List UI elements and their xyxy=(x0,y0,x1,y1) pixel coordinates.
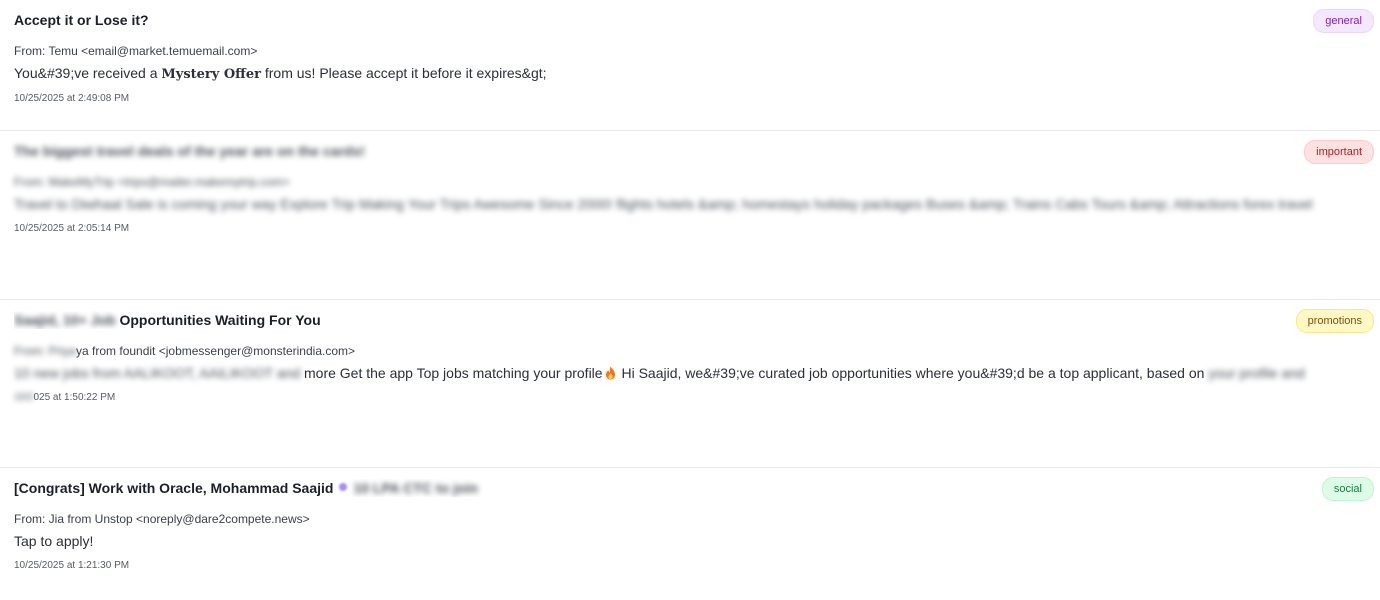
timestamp-blurred: 10/2 xyxy=(14,392,34,403)
preview-blurred: Travel to Diwhaal Sale is coming your wa… xyxy=(14,196,277,212)
email-from: From: Temu <email@market.temuemail.com> xyxy=(14,44,258,58)
preview-text: You&#39;ve received a xyxy=(14,65,162,81)
email-subject: Accept it or Lose it? xyxy=(14,12,149,28)
preview-visible: more Get the app Top jobs matching your … xyxy=(304,365,603,381)
preview-blurred: your profile and xyxy=(1208,365,1305,381)
email-timestamp: 10/2025 at 1:50:22 PM xyxy=(14,391,1366,405)
email-from: From: Jia from Unstop <noreply@dare2comp… xyxy=(14,512,310,526)
subject-blurred: Saajid, 10+ Job xyxy=(14,312,116,328)
preview-blurred: 10 new jobs from AALIKOOT, AAILIKOOT and xyxy=(14,365,301,381)
email-timestamp: 10/25/2025 at 1:21:30 PM xyxy=(14,560,130,571)
category-tag-general[interactable]: general xyxy=(1313,9,1374,33)
preview-highlight: Mystery Offer xyxy=(161,67,261,82)
email-list: Accept it or Lose it? From: Temu <email@… xyxy=(0,0,1380,600)
timestamp-visible: 025 at 1:50:22 PM xyxy=(33,392,116,403)
from-blurred: From: Priya xyxy=(14,344,77,358)
email-item[interactable]: [Congrats] Work with Oracle, Mohammad Sa… xyxy=(0,468,1380,600)
email-subject: Saajid, 10+ Job Opportunities Waiting Fo… xyxy=(14,311,1254,329)
email-timestamp: 10/25/2025 at 2:05:14 PM xyxy=(14,223,130,234)
preview-visible: Hi Saajid, we&#39;ve curated job opportu… xyxy=(617,365,1205,381)
email-item[interactable]: Saajid, 10+ Job Opportunities Waiting Fo… xyxy=(0,300,1380,468)
category-tag-promotions[interactable]: promotions xyxy=(1295,309,1374,333)
email-subject-blurred: The biggest travel deals of the year are… xyxy=(14,143,365,159)
sparkle-icon xyxy=(339,483,348,491)
category-tag-important[interactable]: important xyxy=(1304,140,1374,164)
email-preview: 10 new jobs from AALIKOOT, AAILIKOOT and… xyxy=(14,362,1366,385)
email-from: From: MakeMyTrip <trips@mailer.makemytri… xyxy=(14,174,1366,190)
email-preview: Tap to apply! xyxy=(14,533,94,549)
preview-text: from us! Please accept it before it expi… xyxy=(260,65,547,81)
email-item[interactable]: Accept it or Lose it? From: Temu <email@… xyxy=(0,0,1380,131)
email-preview: You&#39;ve received a Mystery Offer from… xyxy=(14,62,1366,86)
email-timestamp: 10/25/2025 at 2:49:08 PM xyxy=(14,93,130,104)
email-preview: Travel to Diwhaal Sale is coming your wa… xyxy=(14,193,1366,216)
category-tag-social[interactable]: social xyxy=(1321,477,1374,501)
email-from: From: Priyaya from foundit <jobmessenger… xyxy=(14,343,1366,359)
subject-blurred: 10 LPA CTC to join xyxy=(353,480,478,496)
email-subject: [Congrats] Work with Oracle, Mohammad Sa… xyxy=(14,479,1254,497)
subject-visible: Opportunities Waiting For You xyxy=(119,312,321,328)
subject-visible: [Congrats] Work with Oracle, Mohammad Sa… xyxy=(14,480,334,496)
from-visible: ya from foundit <jobmessenger@monsterind… xyxy=(76,344,355,358)
email-item[interactable]: The biggest travel deals of the year are… xyxy=(0,131,1380,300)
fire-icon xyxy=(605,366,615,380)
from-blurred: From: MakeMyTrip <trips@mailer.makemytri… xyxy=(14,175,290,189)
preview-blurred: Explore Trip Making Your Trips Awesome S… xyxy=(280,196,1313,212)
